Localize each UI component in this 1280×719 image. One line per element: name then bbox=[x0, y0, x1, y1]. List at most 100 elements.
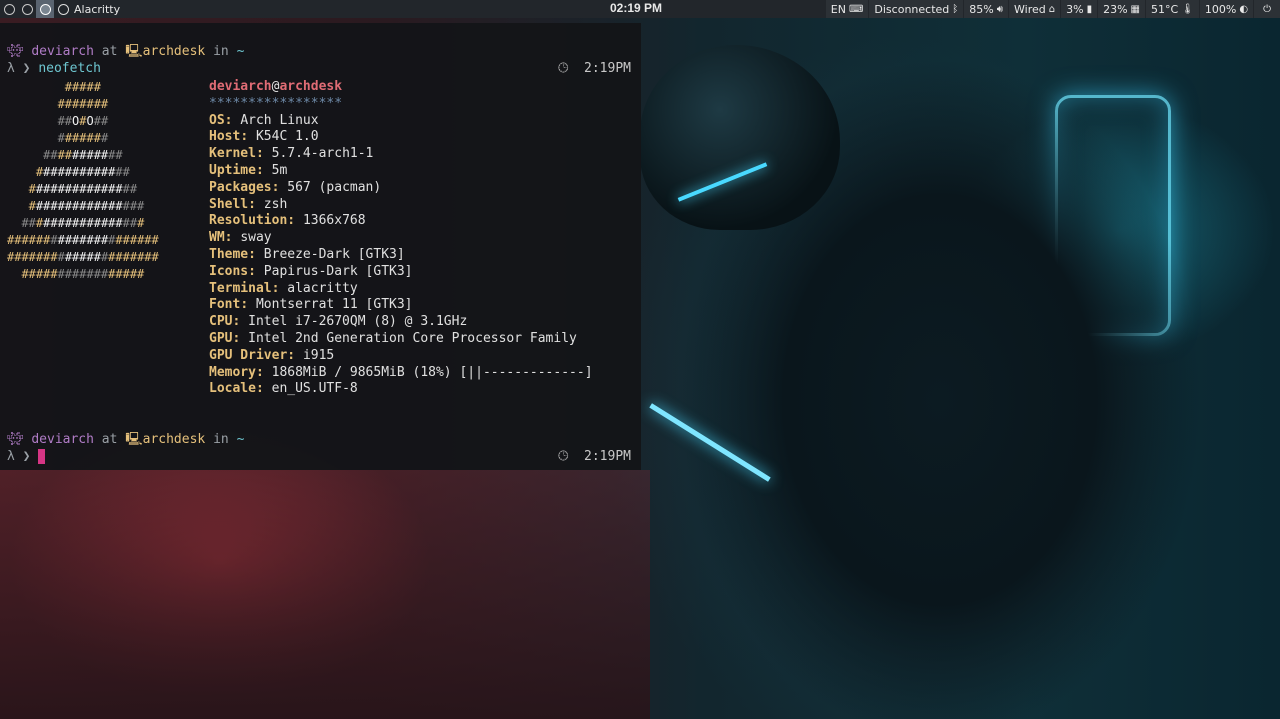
info-value: Intel i7-2670QM (8) @ 3.1GHz bbox=[248, 314, 468, 330]
info-value: Intel 2nd Generation Core Processor Fami… bbox=[248, 330, 577, 346]
cpu-usage: 3% bbox=[1066, 2, 1084, 16]
prompt-dir: ~ bbox=[236, 432, 245, 447]
info-value: Arch Linux bbox=[240, 112, 319, 128]
text-cursor bbox=[38, 449, 46, 464]
info-value: zsh bbox=[263, 196, 288, 212]
workspace-circle-icon bbox=[3, 3, 15, 15]
command-timestamp: 🕒︎ 2:19PM bbox=[558, 60, 631, 77]
prompt-dir: ~ bbox=[236, 44, 245, 59]
thermometer-icon: 🌡︎ bbox=[1181, 3, 1194, 15]
memory-module[interactable]: 23% ▦ bbox=[1098, 0, 1145, 18]
temperature: 51°C bbox=[1151, 2, 1179, 16]
info-value: 1366x768 bbox=[302, 213, 366, 229]
workspace-2-button[interactable] bbox=[18, 0, 36, 18]
info-key: Memory bbox=[209, 364, 256, 380]
brightness-icon: ◐ bbox=[1239, 3, 1249, 15]
prompt-at: at bbox=[101, 44, 118, 59]
speaker-icon: 🔊︎ bbox=[996, 3, 1004, 15]
info-value: 5.7.4-arch1-1 bbox=[271, 146, 374, 162]
info-key: WM bbox=[209, 230, 225, 246]
info-key: GPU bbox=[209, 330, 233, 346]
arch-ascii-logo: ##### ####### ##O#O## ####### ##########… bbox=[7, 80, 159, 281]
prompt-at: at bbox=[101, 432, 118, 447]
info-key: Terminal bbox=[209, 280, 272, 296]
volume-module[interactable]: 85% 🔊︎ bbox=[964, 0, 1009, 18]
info-key: Packages bbox=[209, 179, 272, 195]
bluetooth-icon: ᛒ bbox=[952, 3, 959, 15]
info-row: Resolution: 1366x768 bbox=[209, 213, 366, 229]
info-value: 567 (pacman) bbox=[287, 179, 382, 195]
info-row: Memory: 1868MiB / 9865MiB (18%) [||-----… bbox=[209, 364, 593, 380]
info-row: Host: K54C 1.0 bbox=[209, 129, 319, 145]
cpu-icon: ▮ bbox=[1086, 3, 1093, 15]
info-key: Uptime bbox=[209, 162, 256, 178]
computer-icon: 🖳︎ bbox=[125, 44, 143, 59]
focused-window-title: Alacritty bbox=[74, 2, 121, 16]
alacritty-terminal-window[interactable]: 👾︎ deviarch at 🖳︎archdesk in ~ λ ❯ neofe… bbox=[0, 23, 641, 470]
info-row: Packages: 567 (pacman) bbox=[209, 179, 382, 195]
network-status: Wired bbox=[1014, 2, 1046, 16]
memory-icon: ▦ bbox=[1130, 3, 1140, 15]
info-row: WM: sway bbox=[209, 230, 272, 246]
input-timestamp: 🕒︎ 2:19PM bbox=[558, 448, 631, 465]
top-bar: Alacritty 02:19 PM EN ⌨ Disconnected ᛒ 8… bbox=[0, 0, 1280, 18]
alien-icon: 👾︎ bbox=[7, 432, 24, 447]
network-module[interactable]: Wired ⌂ bbox=[1009, 0, 1061, 18]
input-line[interactable]: λ ❯ bbox=[7, 448, 46, 465]
info-row: Theme: Breeze-Dark [GTK3] bbox=[209, 246, 405, 262]
keyboard-layout-label: EN bbox=[830, 2, 846, 16]
power-button[interactable]: ⏻ bbox=[1254, 0, 1280, 18]
input-time: 2:19PM bbox=[584, 449, 631, 464]
info-row: OS: Arch Linux bbox=[209, 112, 319, 128]
info-row: Uptime: 5m bbox=[209, 162, 288, 178]
info-value: en_US.UTF-8 bbox=[271, 381, 358, 397]
app-circle-icon bbox=[58, 3, 69, 15]
info-row: Terminal: alacritty bbox=[209, 280, 358, 296]
info-row: GPU: Intel 2nd Generation Core Processor… bbox=[209, 330, 577, 346]
info-row: Kernel: 5.7.4-arch1-1 bbox=[209, 146, 374, 162]
neofetch-host: archdesk bbox=[279, 79, 343, 94]
prompt-in: in bbox=[213, 44, 229, 59]
bluetooth-module[interactable]: Disconnected ᛒ bbox=[869, 0, 964, 18]
prompt-line-2: 👾︎ deviarch at 🖳︎archdesk in ~ bbox=[7, 431, 244, 448]
prompt-lambda: λ ❯ bbox=[7, 449, 31, 464]
volume-level: 85% bbox=[969, 2, 994, 16]
prompt-user: deviarch bbox=[31, 44, 94, 59]
info-key: Kernel bbox=[209, 146, 256, 162]
info-key: CPU bbox=[209, 314, 233, 330]
info-key: Shell bbox=[209, 196, 249, 212]
workspace-3-button[interactable] bbox=[36, 0, 54, 18]
info-value: sway bbox=[240, 230, 272, 246]
prompt-user: deviarch bbox=[31, 432, 94, 447]
memory-usage: 23% bbox=[1103, 2, 1128, 16]
info-row: Icons: Papirus-Dark [GTK3] bbox=[209, 263, 413, 279]
workspace-circle-icon bbox=[21, 3, 33, 15]
prompt-line-1: 👾︎ deviarch at 🖳︎archdesk in ~ bbox=[7, 43, 244, 60]
cpu-module[interactable]: 3% ▮ bbox=[1061, 0, 1098, 18]
info-key: Icons bbox=[209, 263, 249, 279]
keyboard-layout[interactable]: EN ⌨ bbox=[825, 0, 869, 18]
info-key: Theme bbox=[209, 246, 249, 262]
temperature-module[interactable]: 51°C 🌡︎ bbox=[1146, 0, 1199, 18]
prompt-in: in bbox=[213, 432, 229, 447]
info-row: Locale: en_US.UTF-8 bbox=[209, 381, 358, 397]
info-key: OS bbox=[209, 112, 225, 128]
info-value: Montserrat 11 [GTK3] bbox=[255, 297, 413, 313]
info-value: Breeze-Dark [GTK3] bbox=[263, 246, 405, 262]
neofetch-info: deviarch@archdesk ***************** OS: … bbox=[209, 79, 593, 398]
info-value: K54C 1.0 bbox=[255, 129, 319, 145]
info-key: Locale bbox=[209, 381, 256, 397]
prompt-lambda: λ ❯ bbox=[7, 61, 31, 76]
brightness-level: 100% bbox=[1204, 2, 1237, 16]
brightness-module[interactable]: 100% ◐ bbox=[1199, 0, 1254, 18]
clock-icon: 🕒︎ bbox=[558, 449, 569, 464]
workspace-1-button[interactable] bbox=[0, 0, 18, 18]
info-key: Resolution bbox=[209, 213, 288, 229]
info-row: Shell: zsh bbox=[209, 196, 288, 212]
info-value: i915 bbox=[302, 347, 335, 363]
clock[interactable]: 02:19 PM bbox=[610, 1, 662, 15]
clock-icon: 🕒︎ bbox=[558, 61, 569, 76]
alien-icon: 👾︎ bbox=[7, 44, 24, 59]
neofetch-user: deviarch bbox=[209, 79, 272, 94]
prompt-host: archdesk bbox=[142, 44, 206, 59]
